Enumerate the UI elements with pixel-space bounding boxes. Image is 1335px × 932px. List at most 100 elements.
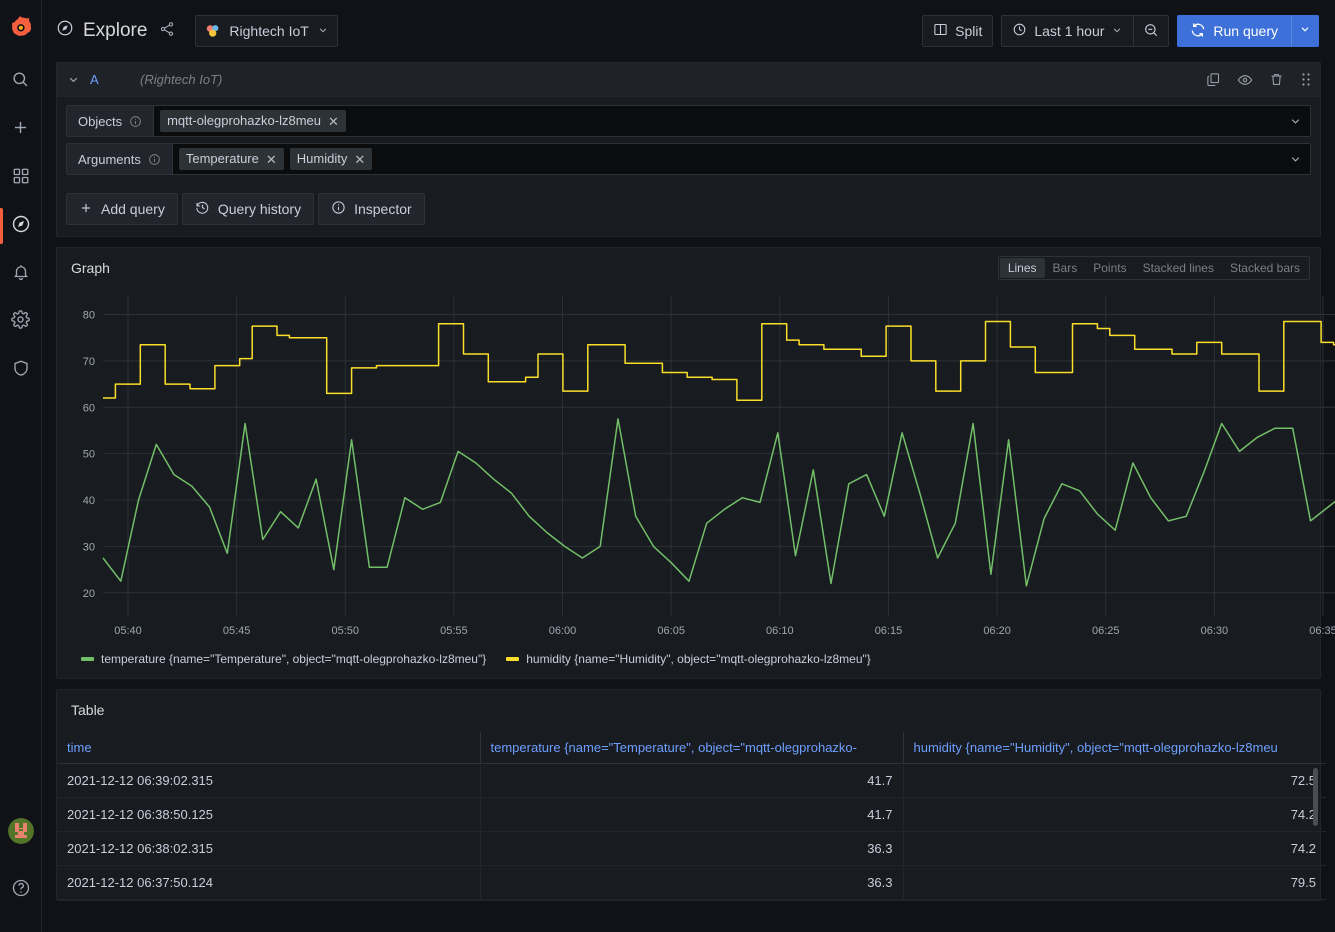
graph-panel-title: Graph (71, 260, 110, 276)
svg-text:30: 30 (83, 541, 95, 553)
add-query-label: Add query (101, 201, 165, 217)
rightech-iot-logo-icon (205, 23, 221, 39)
time-range-label: Last 1 hour (1034, 23, 1105, 39)
avatar[interactable] (7, 818, 34, 844)
split-button[interactable]: Split (922, 15, 994, 47)
column-header-time[interactable]: time (57, 732, 481, 764)
objects-input[interactable]: mqtt-olegprohazko-lz8meu ✕ (153, 105, 1311, 137)
gear-icon (11, 310, 30, 334)
inspector-label: Inspector (354, 201, 412, 217)
run-query-button[interactable]: Run query (1177, 15, 1291, 47)
run-query-label: Run query (1213, 23, 1278, 39)
grafana-logo-button[interactable] (0, 0, 42, 58)
legend-item-temperature[interactable]: temperature {name="Temperature", object=… (81, 652, 486, 666)
shield-icon (12, 359, 30, 382)
table-row: 2021-12-12 06:37:50.124 36.3 79.5 (57, 865, 1326, 900)
sidebar-item-alerting[interactable] (0, 250, 42, 298)
cell-humidity: 74.2 (903, 831, 1326, 866)
close-icon[interactable]: ✕ (328, 115, 339, 128)
page-title-label: Explore (83, 20, 148, 41)
cell-time: 2021-12-12 06:39:02.315 (57, 763, 481, 798)
page-title: Explore (56, 19, 147, 43)
cell-time: 2021-12-12 06:38:02.315 (57, 831, 481, 866)
close-icon[interactable]: ✕ (266, 153, 277, 166)
run-query-controls: Run query (1177, 15, 1319, 47)
graph-plot-area[interactable]: 20 30 40 50 60 70 80 05:40 05:45 05:50 05:55 06:00… (57, 282, 1335, 648)
cell-temperature: 36.3 (480, 865, 904, 900)
query-ref-id: A (90, 72, 99, 87)
graph-mode-bars[interactable]: Bars (1045, 258, 1086, 278)
arguments-input[interactable]: Temperature ✕ Humidity ✕ (171, 143, 1311, 175)
svg-text:05:50: 05:50 (332, 625, 360, 637)
info-circle-icon[interactable] (129, 115, 142, 128)
column-header-temperature[interactable]: temperature {name="Temperature", object=… (480, 732, 904, 764)
graph-mode-points[interactable]: Points (1085, 258, 1134, 278)
objects-field-row: Objects mqtt-olegprohazko-lz8meu ✕ (66, 105, 1311, 137)
toggle-query-visibility-button[interactable] (1237, 72, 1253, 88)
search-icon (11, 70, 30, 94)
timeseries-chart[interactable]: 20 30 40 50 60 70 80 05:40 05:45 05:50 05:55 06:00… (63, 288, 1335, 648)
arguments-chip[interactable]: Temperature ✕ (178, 148, 284, 170)
arguments-chip-label: Temperature (185, 151, 259, 166)
svg-text:80: 80 (83, 310, 95, 322)
svg-text:06:30: 06:30 (1201, 625, 1229, 637)
query-editor-row: A (Rightech IoT) Objects mqtt-olegprohaz… (56, 62, 1321, 237)
query-datasource-note: (Rightech IoT) (140, 72, 223, 87)
run-query-interval-dropdown[interactable] (1291, 15, 1319, 47)
graph-legend: temperature {name="Temperature", object=… (57, 648, 1320, 678)
chart-x-gridlines (127, 296, 1324, 616)
sidebar-item-server-admin[interactable] (0, 346, 42, 394)
svg-text:06:00: 06:00 (549, 625, 577, 637)
explore-toolbar: Explore Rightech IoT Split Last 1 hour R… (42, 0, 1335, 62)
zoom-out-button[interactable] (1134, 15, 1170, 47)
table-scrollbar-thumb[interactable] (1313, 768, 1318, 826)
inspector-button[interactable]: Inspector (318, 193, 425, 225)
sidebar-item-configuration[interactable] (0, 298, 42, 346)
share-nodes-icon[interactable] (159, 21, 175, 42)
grafana-logo-icon (8, 14, 34, 45)
objects-chip[interactable]: mqtt-olegprohazko-lz8meu ✕ (160, 110, 346, 132)
query-actions: Add query Query history Inspector (57, 184, 1320, 236)
cell-time: 2021-12-12 06:38:50.125 (57, 797, 481, 832)
column-header-humidity[interactable]: humidity {name="Humidity", object="mqtt-… (903, 732, 1326, 764)
chevron-down-icon[interactable] (67, 73, 80, 86)
split-panes-icon (933, 22, 948, 40)
sidebar-item-dashboards[interactable] (0, 154, 42, 202)
chevron-down-icon (317, 23, 329, 39)
time-range-picker[interactable]: Last 1 hour (1001, 15, 1135, 47)
datasource-picker[interactable]: Rightech IoT (195, 15, 338, 47)
query-row-actions (1206, 72, 1312, 88)
svg-text:50: 50 (83, 449, 95, 461)
graph-mode-stacked-lines[interactable]: Stacked lines (1135, 258, 1222, 278)
query-history-button[interactable]: Query history (181, 193, 315, 225)
svg-text:06:10: 06:10 (766, 625, 794, 637)
close-icon[interactable]: ✕ (354, 153, 365, 166)
legend-swatch-humidity (506, 657, 520, 661)
graph-panel-header: Graph Lines Bars Points Stacked lines St… (57, 248, 1320, 282)
cell-humidity: 72.5 (903, 763, 1326, 798)
arguments-chip[interactable]: Humidity ✕ (289, 148, 373, 170)
table-header-row: time temperature {name="Temperature", ob… (57, 732, 1326, 764)
chevron-down-icon[interactable] (1289, 115, 1302, 128)
legend-item-humidity[interactable]: humidity {name="Humidity", object="mqtt-… (506, 652, 871, 666)
compass-icon (11, 214, 31, 239)
arguments-chip-label: Humidity (296, 151, 348, 166)
help-button[interactable] (0, 866, 42, 914)
svg-text:06:05: 06:05 (657, 625, 685, 637)
objects-label: Objects (66, 105, 154, 137)
duplicate-query-button[interactable] (1206, 72, 1221, 87)
sidebar-item-create[interactable] (0, 106, 42, 154)
chart-y-tick-labels: 20 30 40 50 60 70 80 (83, 310, 95, 600)
table-scroll-container[interactable]: time temperature {name="Temperature", ob… (57, 724, 1326, 900)
remove-query-button[interactable] (1269, 72, 1284, 87)
info-circle-icon[interactable] (148, 153, 161, 166)
graph-mode-stacked-bars[interactable]: Stacked bars (1222, 258, 1308, 278)
query-fields: Objects mqtt-olegprohazko-lz8meu ✕ Argum… (57, 97, 1320, 184)
drag-query-handle[interactable] (1300, 72, 1312, 87)
graph-mode-lines[interactable]: Lines (999, 258, 1045, 278)
chevron-down-icon[interactable] (1289, 153, 1302, 166)
chevron-down-icon (1299, 22, 1311, 40)
sidebar-item-explore[interactable] (0, 202, 42, 250)
add-query-button[interactable]: Add query (66, 193, 178, 225)
sidebar-item-search[interactable] (0, 58, 42, 106)
